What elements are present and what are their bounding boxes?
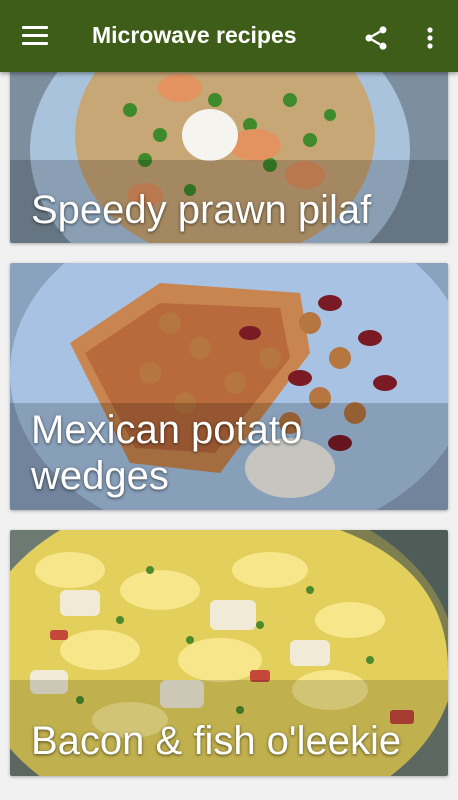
recipe-title: Speedy prawn pilaf (31, 188, 372, 232)
recipe-title: Mexican potato wedges (31, 408, 303, 498)
app-bar: Microwave recipes (0, 0, 458, 72)
app-title: Microwave recipes (92, 22, 297, 48)
share-icon[interactable] (362, 24, 390, 52)
recipe-title: Bacon & fish o'leekie (31, 719, 402, 763)
list-bottom-edge (0, 786, 458, 800)
recipe-card-bacon-fish-oleekie[interactable]: Bacon & fish o'leekie (10, 530, 448, 776)
hamburger-menu-icon[interactable] (22, 26, 48, 46)
recipe-list: Speedy prawn pilaf Mexican potato wedges (0, 0, 458, 800)
more-vert-icon[interactable] (420, 24, 440, 52)
recipe-card-mexican-potato-wedges[interactable]: Mexican potato wedges (10, 263, 448, 510)
